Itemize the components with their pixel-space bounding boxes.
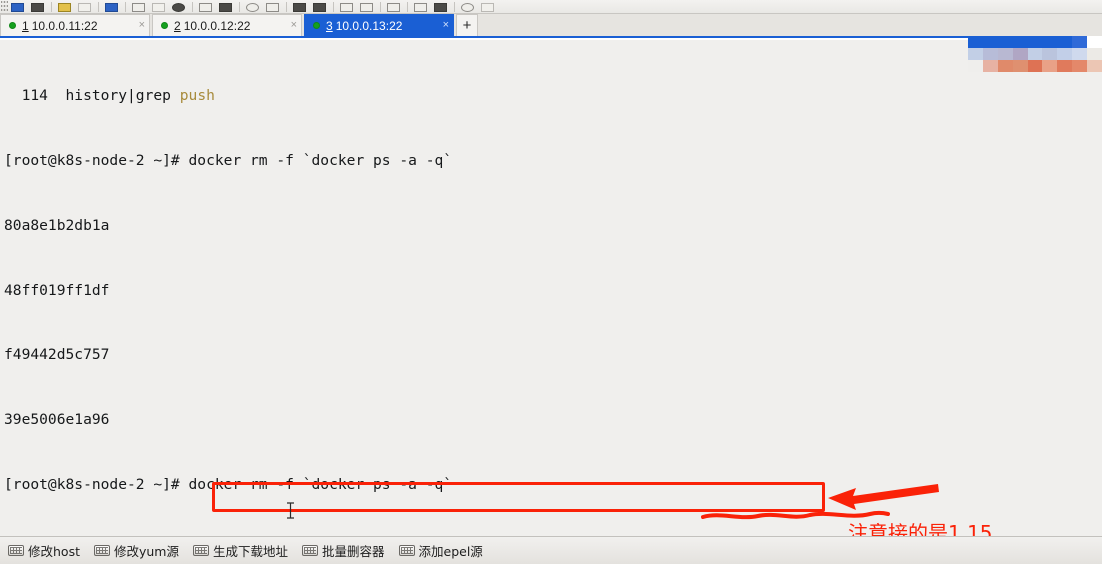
- status-action-label: 添加epel源: [418, 544, 483, 559]
- tab-session-3[interactable]: 3 10.0.0.13:22 ×: [304, 14, 454, 36]
- tab-label: 10.0.0.11:22: [31, 18, 98, 33]
- mosaic-row: [968, 36, 1102, 48]
- new-session-icon[interactable]: [8, 0, 28, 13]
- tab-number: 3: [326, 18, 333, 33]
- tab-label: 10.0.0.12:22: [183, 18, 251, 33]
- keyboard-icon: [302, 545, 318, 556]
- paste-icon[interactable]: [149, 0, 169, 13]
- status-action-label: 修改host: [28, 544, 80, 559]
- undo-icon[interactable]: [75, 0, 95, 13]
- tab-session-1[interactable]: 1 10.0.0.11:22 ×: [0, 14, 150, 36]
- terminal-output[interactable]: 114 history|grep push [root@k8s-node-2 ~…: [0, 40, 1102, 536]
- toolbar-grip[interactable]: [1, 0, 8, 13]
- keyboard-icon: [192, 545, 209, 556]
- terminal-line: 114 history|grep push: [4, 85, 1102, 107]
- status-action-label: 批量删容器: [322, 544, 385, 559]
- connection-status-dot: [313, 22, 320, 29]
- toolbar-separator: [51, 2, 52, 12]
- window-icon[interactable]: [411, 0, 431, 13]
- history-keyword: push: [179, 87, 215, 105]
- status-bar: 修改host 修改yum源 生成下载地址 批量删容器 添加epel源: [0, 536, 1102, 564]
- toolbar-separator: [454, 2, 455, 12]
- new-tab-button[interactable]: +: [456, 14, 478, 36]
- copy-icon[interactable]: [129, 0, 149, 13]
- mosaic-row: [968, 48, 1102, 60]
- transfer-icon[interactable]: [337, 0, 357, 13]
- status-action-label: 修改yum源: [113, 544, 179, 559]
- terminal-line: [root@k8s-node-2 ~]# docker rm -f `docke…: [4, 151, 453, 169]
- terminal-line: 80a8e1b2db1a: [4, 216, 110, 234]
- download-icon[interactable]: [290, 0, 310, 13]
- status-action-batch-delete-containers[interactable]: 批量删容器: [302, 541, 385, 560]
- close-icon[interactable]: ×: [433, 20, 449, 31]
- log-icon[interactable]: [357, 0, 377, 13]
- blurred-watermark: [968, 36, 1102, 72]
- close-icon[interactable]: ×: [129, 20, 145, 31]
- status-action-modify-yum[interactable]: 修改yum源: [93, 541, 179, 560]
- toolbar-separator: [380, 2, 381, 12]
- font-icon[interactable]: [263, 0, 283, 13]
- toolbar-separator: [333, 2, 334, 12]
- connection-status-dot: [9, 22, 16, 29]
- status-action-modify-host[interactable]: 修改host: [8, 541, 80, 560]
- terminal-line: 39e5006e1a96: [4, 411, 110, 429]
- columns-icon[interactable]: [216, 0, 236, 13]
- mosaic-row: [968, 60, 1102, 72]
- toolbar-separator: [192, 2, 193, 12]
- mouse-cursor-ibeam-icon: [287, 502, 294, 519]
- close-icon[interactable]: ×: [281, 20, 297, 31]
- toolbar-separator: [407, 2, 408, 12]
- clock-icon[interactable]: [243, 0, 263, 13]
- help-icon[interactable]: [458, 0, 478, 13]
- settings-icon[interactable]: [102, 0, 122, 13]
- connection-status-dot: [161, 22, 168, 29]
- toolbar[interactable]: [0, 0, 1102, 14]
- keyboard-icon: [8, 545, 24, 556]
- tab-number: 1: [22, 18, 29, 33]
- toolbar-separator: [286, 2, 287, 12]
- status-action-generate-download-url[interactable]: 生成下载地址: [192, 541, 288, 560]
- folder-icon[interactable]: [28, 0, 48, 13]
- history-command: history|grep: [65, 87, 180, 105]
- keyboard-icon: [93, 545, 110, 556]
- tab-label: 10.0.0.13:22: [335, 18, 403, 33]
- tab-bar: 1 10.0.0.11:22 × 2 10.0.0.12:22 × 3 10.0…: [0, 14, 1102, 38]
- history-number: 114: [4, 87, 48, 105]
- keyboard-icon: [398, 545, 415, 556]
- toolbar-separator: [125, 2, 126, 12]
- terminal-line: f49442d5c757: [4, 346, 110, 364]
- calculator-icon[interactable]: [384, 0, 404, 13]
- tab-session-2[interactable]: 2 10.0.0.12:22 ×: [152, 14, 302, 36]
- search-icon[interactable]: [169, 0, 189, 13]
- print-icon[interactable]: [196, 0, 216, 13]
- toolbar-separator: [239, 2, 240, 12]
- tab-number: 2: [174, 18, 181, 33]
- paint-icon[interactable]: [55, 0, 75, 13]
- grid-icon[interactable]: [431, 0, 451, 13]
- toolbar-separator: [98, 2, 99, 12]
- terminal-line: 48ff019ff1df: [4, 281, 110, 299]
- status-action-label: 生成下载地址: [212, 544, 288, 559]
- chat-icon[interactable]: [478, 0, 498, 13]
- status-action-add-epel[interactable]: 添加epel源: [398, 541, 483, 560]
- upload-icon[interactable]: [310, 0, 330, 13]
